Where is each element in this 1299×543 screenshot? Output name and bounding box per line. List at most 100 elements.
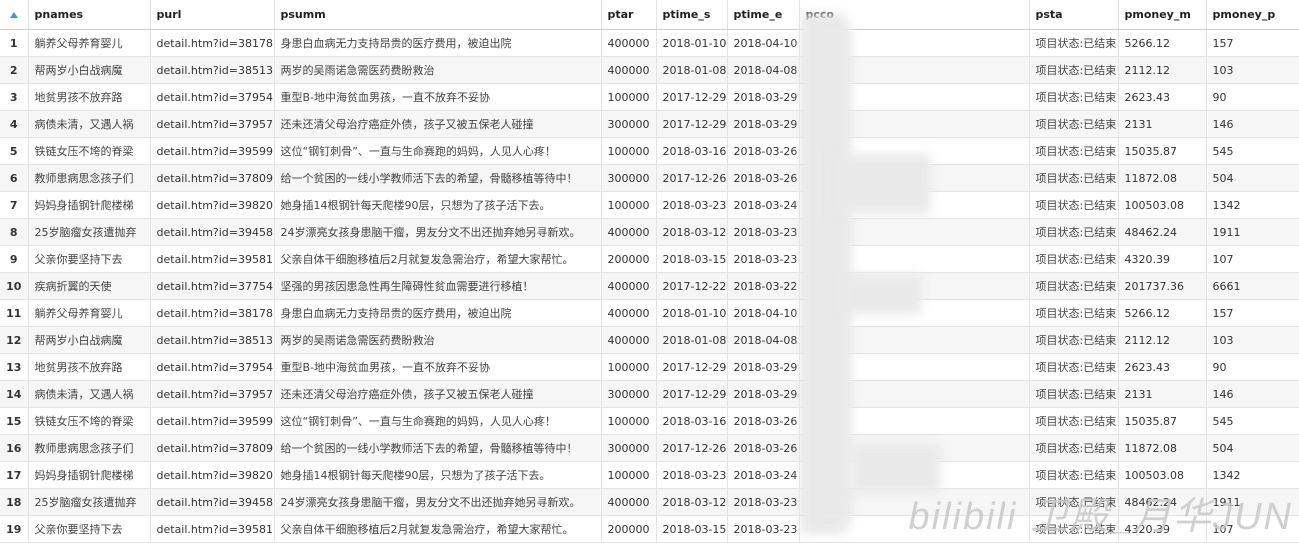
- row-number: 3: [0, 83, 29, 111]
- cell-purl: detail.htm?id=39820: [150, 191, 275, 219]
- cell-pmoney-m: 15035.87: [1118, 407, 1207, 435]
- cell-ptime-e: 2018-03-29: [727, 110, 800, 138]
- cell-ptar: 300000: [601, 110, 657, 138]
- cell-ptime-s: 2018-01-08: [656, 326, 728, 354]
- cell-pnames: 帮两岁小白战病魔: [28, 56, 151, 84]
- cell-ptime-s: 2018-03-23: [656, 461, 728, 489]
- cell-pmoney-m: 2131: [1118, 110, 1207, 138]
- cell-purl: detail.htm?id=39581: [150, 245, 275, 273]
- cell-pcco: [799, 515, 1030, 543]
- cell-ptime-e: 2018-03-26: [727, 137, 800, 165]
- cell-psta: 项目状态:已结束: [1029, 83, 1119, 111]
- row-number: 7: [0, 191, 29, 219]
- cell-ptime-e: 2018-03-23: [727, 245, 800, 273]
- row-number: 19: [0, 515, 29, 543]
- row-number: 18: [0, 488, 29, 516]
- cell-purl: detail.htm?id=38513: [150, 56, 275, 84]
- cell-purl: detail.htm?id=37754: [150, 272, 275, 300]
- cell-psumm: 给一个贫困的一线小学教师活下去的希望，骨髓移植等待中！: [274, 434, 602, 462]
- cell-pmoney-m: 100503.08: [1118, 191, 1207, 219]
- row-number: 4: [0, 110, 29, 138]
- cell-pmoney-p: 1911: [1206, 218, 1299, 246]
- cell-pnames: 地贫男孩不放弃路: [28, 83, 151, 111]
- cell-pmoney-p: 146: [1206, 110, 1299, 138]
- column-header-psumm[interactable]: psumm: [274, 0, 602, 30]
- row-number: 6: [0, 164, 29, 192]
- cell-pmoney-m: 15035.87: [1118, 137, 1207, 165]
- cell-pcco: [799, 191, 1030, 219]
- cell-ptime-e: 2018-03-22: [727, 272, 800, 300]
- cell-ptime-e: 2018-03-29: [727, 353, 800, 381]
- cell-psta: 项目状态:已结束: [1029, 299, 1119, 327]
- cell-pmoney-m: 100503.08: [1118, 461, 1207, 489]
- cell-pnames: 病债未清，又遇人祸: [28, 380, 151, 408]
- cell-pcco: [799, 407, 1030, 435]
- cell-purl: detail.htm?id=37809: [150, 434, 275, 462]
- cell-psumm: 她身插14根钢针每天爬楼90层，只想为了孩子活下去。: [274, 461, 602, 489]
- cell-pcco: [799, 83, 1030, 111]
- cell-pmoney-m: 2131: [1118, 380, 1207, 408]
- column-header-pmoney-p[interactable]: pmoney_p: [1206, 0, 1299, 30]
- column-header-pnames[interactable]: pnames: [28, 0, 151, 30]
- column-header-purl[interactable]: purl: [150, 0, 275, 30]
- cell-purl: detail.htm?id=39458: [150, 218, 275, 246]
- cell-psumm: 两岁的吴雨诺急需医药费盼救治: [274, 326, 602, 354]
- cell-pmoney-p: 103: [1206, 326, 1299, 354]
- cell-ptime-e: 2018-03-29: [727, 83, 800, 111]
- cell-psta: 项目状态:已结束: [1029, 407, 1119, 435]
- row-number: 15: [0, 407, 29, 435]
- cell-purl: detail.htm?id=39581: [150, 515, 275, 543]
- row-number: 8: [0, 218, 29, 246]
- sort-column-header[interactable]: [0, 0, 29, 30]
- cell-psta: 项目状态:已结束: [1029, 218, 1119, 246]
- cell-ptime-s: 2018-03-23: [656, 191, 728, 219]
- cell-ptime-e: 2018-03-23: [727, 488, 800, 516]
- cell-purl: detail.htm?id=38513: [150, 326, 275, 354]
- cell-psta: 项目状态:已结束: [1029, 29, 1119, 57]
- cell-pmoney-p: 90: [1206, 83, 1299, 111]
- cell-psumm: 父亲自体干细胞移植后2月就复发急需治疗，希望大家帮忙。: [274, 245, 602, 273]
- cell-ptime-s: 2018-03-15: [656, 515, 728, 543]
- cell-psumm: 她身插14根钢针每天爬楼90层，只想为了孩子活下去。: [274, 191, 602, 219]
- cell-purl: detail.htm?id=37957: [150, 110, 275, 138]
- column-header-ptar[interactable]: ptar: [601, 0, 657, 30]
- row-number: 17: [0, 461, 29, 489]
- cell-pmoney-p: 1342: [1206, 191, 1299, 219]
- cell-pcco: [799, 434, 1030, 462]
- cell-pmoney-p: 157: [1206, 299, 1299, 327]
- cell-psta: 项目状态:已结束: [1029, 326, 1119, 354]
- cell-pcco: [799, 488, 1030, 516]
- cell-pmoney-m: 4320.39: [1118, 245, 1207, 273]
- cell-pmoney-p: 107: [1206, 515, 1299, 543]
- cell-psta: 项目状态:已结束: [1029, 488, 1119, 516]
- column-header-pmoney-m[interactable]: pmoney_m: [1118, 0, 1207, 30]
- cell-ptar: 100000: [601, 353, 657, 381]
- column-header-pcco[interactable]: pcco: [799, 0, 1030, 30]
- cell-pmoney-m: 2112.12: [1118, 326, 1207, 354]
- column-header-ptime-e[interactable]: ptime_e: [727, 0, 800, 30]
- cell-pmoney-p: 6661: [1206, 272, 1299, 300]
- cell-pmoney-m: 4320.39: [1118, 515, 1207, 543]
- cell-pcco: [799, 353, 1030, 381]
- cell-psta: 项目状态:已结束: [1029, 380, 1119, 408]
- cell-ptime-e: 2018-03-29: [727, 380, 800, 408]
- cell-pmoney-m: 2623.43: [1118, 353, 1207, 381]
- row-number: 14: [0, 380, 29, 408]
- cell-psumm: 重型B-地中海贫血男孩，一直不放弃不妥协: [274, 83, 602, 111]
- cell-psumm: 父亲自体干细胞移植后2月就复发急需治疗，希望大家帮忙。: [274, 515, 602, 543]
- cell-psumm: 坚强的男孩因患急性再生障碍性贫血需要进行移植！: [274, 272, 602, 300]
- cell-pnames: 病债未清，又遇人祸: [28, 110, 151, 138]
- cell-ptime-s: 2017-12-29: [656, 353, 728, 381]
- cell-pnames: 躺养父母养育婴儿: [28, 299, 151, 327]
- cell-ptime-s: 2017-12-29: [656, 83, 728, 111]
- cell-pcco: [799, 272, 1030, 300]
- table-row: 5 铁链女压不垮的脊梁 detail.htm?id=39599 这位“钢钉刺骨”、一直…: [0, 137, 1299, 165]
- column-header-psta[interactable]: psta: [1029, 0, 1119, 30]
- cell-pmoney-m: 11872.08: [1118, 434, 1207, 462]
- table-row: 9 父亲你要坚持下去 detail.htm?id=39581 父亲自体干细胞移植后2月…: [0, 245, 1299, 273]
- cell-purl: detail.htm?id=37954: [150, 83, 275, 111]
- cell-pmoney-m: 48462.24: [1118, 488, 1207, 516]
- row-number: 16: [0, 434, 29, 462]
- cell-pnames: 铁链女压不垮的脊梁: [28, 137, 151, 165]
- column-header-ptime-s[interactable]: ptime_s: [656, 0, 728, 30]
